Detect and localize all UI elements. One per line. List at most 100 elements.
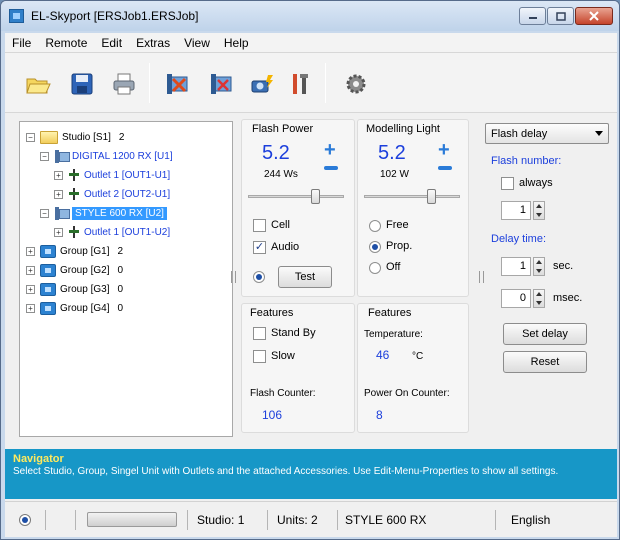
features-panel-left: Features Stand By Slow Flash Counter: 10…: [241, 303, 355, 433]
tree-item-group-g2[interactable]: + Group [G2] 0: [26, 261, 123, 279]
tree-item-unit-u2[interactable]: − STYLE 600 RX [U2]: [40, 204, 167, 222]
print-icon[interactable]: [111, 71, 137, 97]
audio-checkbox[interactable]: ✓: [253, 241, 266, 254]
slider-thumb[interactable]: [427, 189, 437, 204]
splitter-handle[interactable]: [231, 271, 236, 283]
flash-number-input[interactable]: 1: [501, 201, 531, 220]
unit-remove-icon[interactable]: [209, 71, 235, 97]
expand-icon[interactable]: +: [26, 284, 35, 294]
power-on-counter-label: Power On Counter:: [364, 388, 450, 399]
standby-checkbox[interactable]: [253, 327, 266, 340]
collapse-icon[interactable]: −: [40, 151, 49, 161]
navigator-tree[interactable]: − Studio [S1] 2 − DIGITAL 1200 RX [U1] +…: [19, 121, 233, 437]
group-icon: [40, 263, 56, 277]
mode-prop-label: Prop.: [386, 240, 413, 252]
save-icon[interactable]: [69, 71, 95, 97]
minimize-icon: [528, 17, 537, 19]
navigator-text: Select Studio, Group, Singel Unit with O…: [13, 466, 559, 477]
open-folder-icon[interactable]: [25, 71, 51, 97]
mode-free-label: Free: [386, 219, 409, 231]
flash-power-slider[interactable]: [248, 195, 344, 198]
tree-item-outlet-out1-u2[interactable]: + Outlet 1 [OUT1-U2]: [54, 223, 170, 241]
title-bar[interactable]: EL-Skyport [ERSJob1.ERSJob]: [1, 1, 619, 31]
delay-sec-spinner[interactable]: [533, 257, 545, 276]
flash-unit-icon: [54, 149, 70, 163]
modelling-light-value: 5.2: [378, 142, 406, 164]
tree-label: Studio [S1]: [62, 131, 111, 143]
tree-item-studio[interactable]: − Studio [S1] 2: [26, 128, 124, 146]
slow-checkbox[interactable]: [253, 350, 266, 363]
tree-item-outlet-out2-u1[interactable]: + Outlet 2 [OUT2-U1]: [54, 185, 170, 203]
decrease-icon[interactable]: [438, 166, 452, 170]
tree-label: Group [G1]: [60, 245, 110, 257]
menu-help[interactable]: Help: [217, 36, 256, 50]
slider-thumb[interactable]: [311, 189, 321, 204]
menu-extras[interactable]: Extras: [129, 36, 177, 50]
menu-remote[interactable]: Remote: [38, 36, 94, 50]
tree-label: Outlet 2 [OUT2-U1]: [84, 188, 171, 200]
panel-title: Features: [250, 307, 294, 319]
modelling-light-slider[interactable]: [364, 195, 460, 198]
splitter-handle[interactable]: [479, 271, 484, 283]
panel-title: Features: [368, 307, 412, 319]
menu-edit[interactable]: Edit: [94, 36, 129, 50]
collapse-icon[interactable]: −: [40, 208, 49, 218]
cell-checkbox[interactable]: [253, 219, 266, 232]
tree-count: 0: [117, 264, 124, 276]
increase-icon[interactable]: +: [324, 140, 336, 160]
close-button[interactable]: [575, 7, 613, 25]
window-title: EL-Skyport [ERSJob1.ERSJob]: [31, 9, 199, 23]
delay-msec-input[interactable]: 0: [501, 289, 531, 308]
temperature-label: Temperature:: [364, 329, 423, 340]
increase-icon[interactable]: +: [438, 140, 450, 160]
modelling-watts-value: 102 W: [380, 169, 409, 180]
menu-file[interactable]: File: [5, 36, 38, 50]
expand-icon[interactable]: +: [26, 246, 35, 256]
tree-item-group-g4[interactable]: + Group [G4] 0: [26, 299, 123, 317]
always-label: always: [519, 177, 553, 189]
tree-item-unit-u1[interactable]: − DIGITAL 1200 RX [U1]: [40, 147, 173, 165]
menu-bar: File Remote Edit Extras View Help: [5, 33, 617, 53]
outlet-icon: [68, 169, 80, 181]
always-checkbox[interactable]: [501, 177, 514, 190]
tools-icon[interactable]: [287, 71, 313, 97]
flash-number-spinner[interactable]: [533, 201, 545, 220]
menu-view[interactable]: View: [177, 36, 217, 50]
delay-sec-input[interactable]: 1: [501, 257, 531, 276]
delay-mode-select[interactable]: Flash delay: [485, 123, 609, 144]
decrease-icon[interactable]: [324, 166, 338, 170]
tree-item-group-g3[interactable]: + Group [G3] 0: [26, 280, 123, 298]
mode-off-radio[interactable]: [369, 262, 381, 274]
status-language: English: [511, 513, 551, 527]
tree-count: 0: [117, 302, 124, 314]
tree-item-group-g1[interactable]: + Group [G1] 2: [26, 242, 123, 260]
tree-count: 0: [117, 283, 124, 295]
msec-unit-label: msec.: [553, 292, 583, 304]
expand-icon[interactable]: +: [26, 303, 35, 313]
collapse-icon[interactable]: −: [26, 132, 35, 142]
expand-icon[interactable]: +: [54, 170, 63, 180]
unit-scan-icon[interactable]: [165, 71, 191, 97]
delay-mode-value: Flash delay: [491, 127, 548, 140]
expand-icon[interactable]: +: [26, 265, 35, 275]
maximize-button[interactable]: [547, 7, 574, 25]
folder-icon: [40, 130, 58, 144]
delay-msec-spinner[interactable]: [533, 289, 545, 308]
expand-icon[interactable]: +: [54, 227, 63, 237]
sec-unit-label: sec.: [553, 260, 574, 272]
set-delay-button[interactable]: Set delay: [503, 323, 587, 345]
settings-gear-icon[interactable]: [343, 71, 369, 97]
test-button[interactable]: Test: [278, 266, 332, 288]
mode-free-radio[interactable]: [369, 220, 381, 232]
tree-item-outlet-out1-u1[interactable]: + Outlet 1 [OUT1-U1]: [54, 166, 170, 184]
status-separator: [187, 510, 188, 530]
reset-button[interactable]: Reset: [503, 351, 587, 373]
minimize-button[interactable]: [519, 7, 546, 25]
camera-flash-icon[interactable]: [249, 71, 275, 97]
temperature-value: 46: [376, 348, 390, 362]
mode-prop-radio[interactable]: [369, 241, 381, 253]
expand-icon[interactable]: +: [54, 189, 63, 199]
temperature-unit: °C: [412, 351, 424, 362]
flash-counter-label: Flash Counter:: [250, 388, 316, 399]
group-icon: [40, 244, 56, 258]
